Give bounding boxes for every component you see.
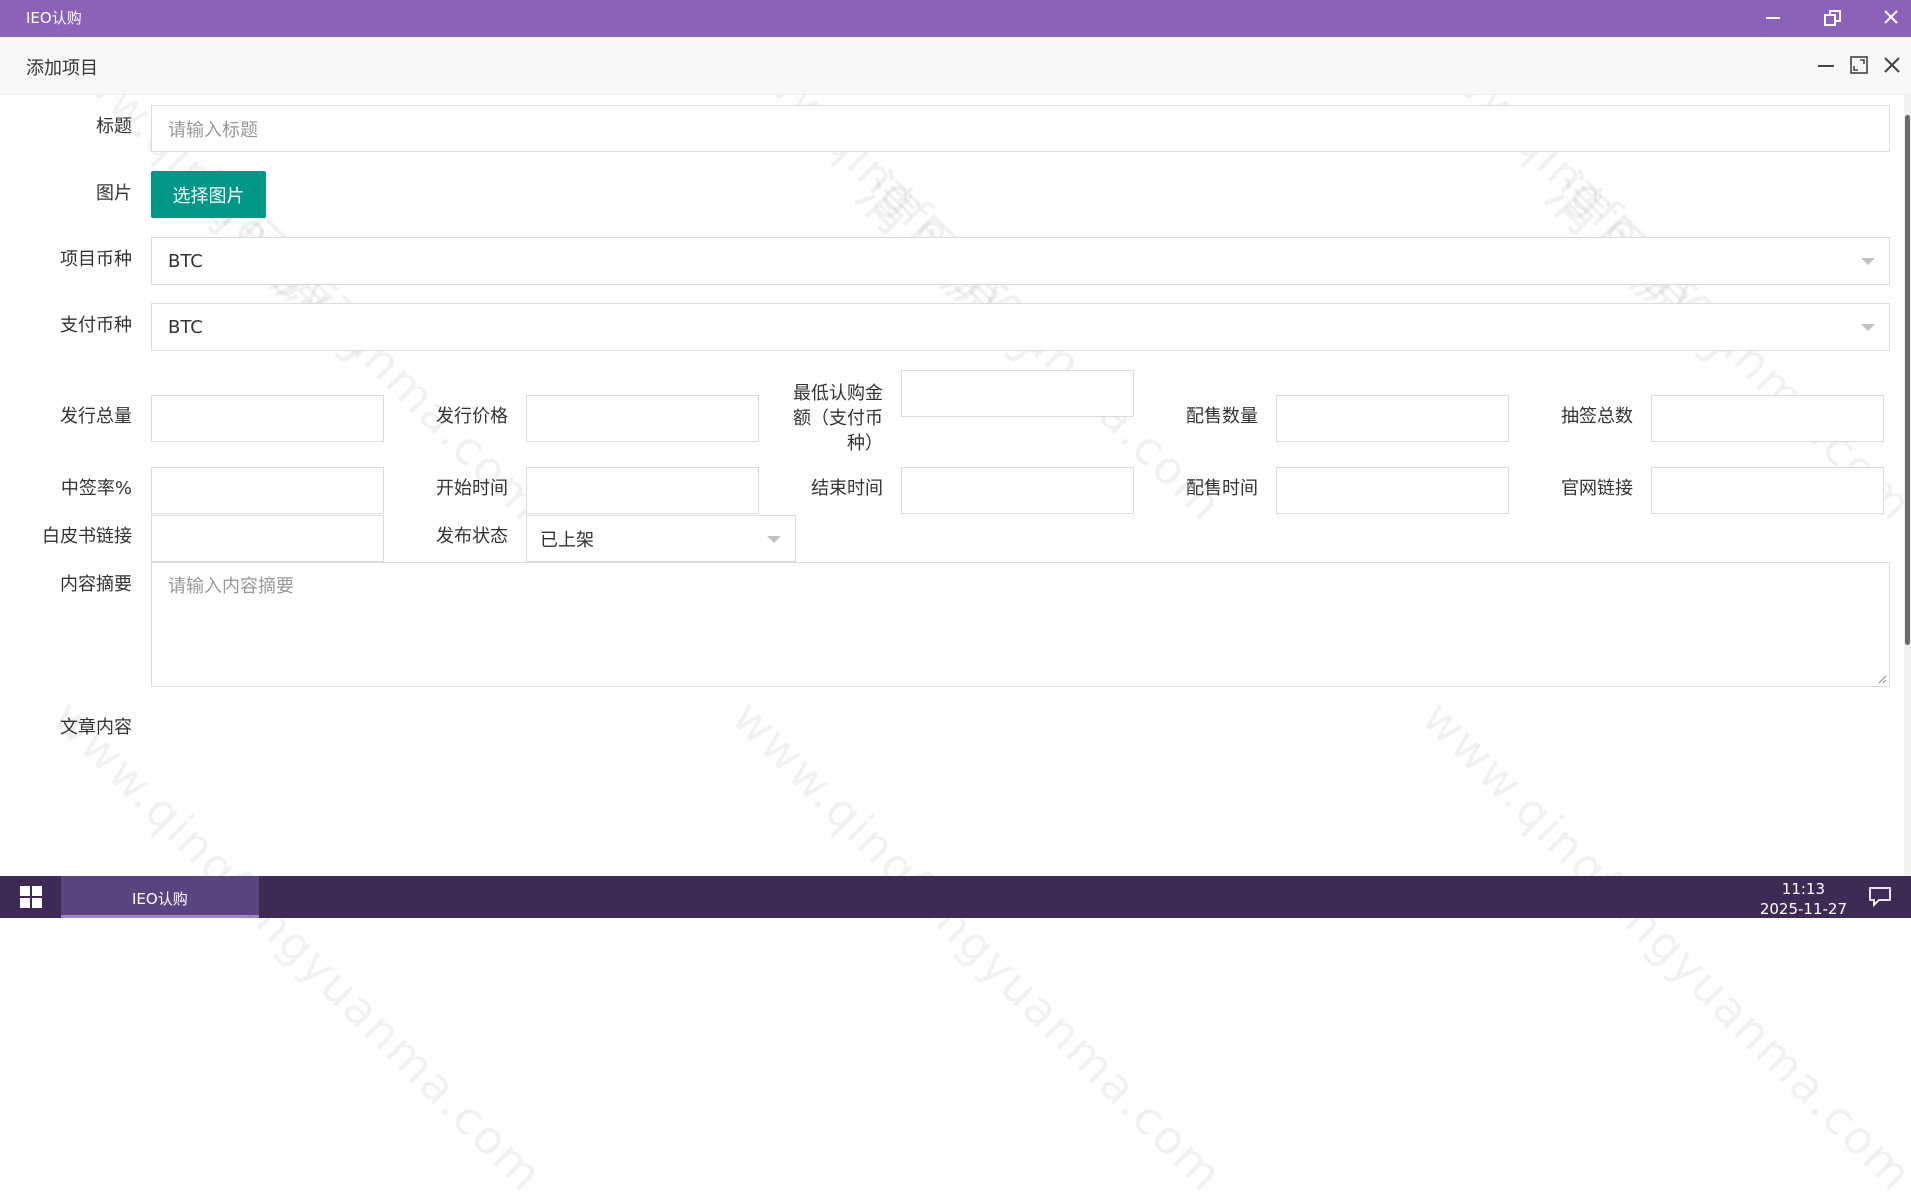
- article-content-label: 文章内容: [60, 717, 132, 738]
- scrollbar-thumb[interactable]: [1905, 115, 1910, 645]
- close-button[interactable]: [1874, 2, 1908, 34]
- modal-title: 添加项目: [26, 58, 98, 79]
- title-placeholder: 请输入标题: [168, 119, 258, 141]
- resize-grip-icon[interactable]: [1877, 674, 1887, 684]
- publish-status-value: 已上架: [540, 529, 594, 551]
- modal-maximize-button[interactable]: [1846, 53, 1872, 79]
- whitepaper-link-label: 白皮书链接: [42, 526, 132, 547]
- pay-currency-select[interactable]: BTC: [151, 303, 1890, 351]
- min-purchase-label: 最低认购金 额（支付币 种）: [753, 381, 883, 456]
- app-titlebar: IEO认购: [0, 0, 1911, 37]
- start-time-label: 开始时间: [436, 478, 508, 499]
- chevron-down-icon: [1861, 324, 1875, 331]
- watermark-text: www.qingfengyuanma.com: [41, 690, 554, 1202]
- allotment-time-label: 配售时间: [1186, 478, 1258, 499]
- minimize-icon: [1818, 65, 1834, 67]
- maximize-icon: [1850, 56, 1868, 74]
- start-time-input[interactable]: [526, 467, 759, 514]
- modal-minimize-button[interactable]: [1813, 53, 1839, 79]
- lottery-total-input[interactable]: [1651, 395, 1884, 442]
- project-currency-select[interactable]: BTC: [151, 237, 1890, 285]
- close-icon: [1884, 10, 1898, 24]
- summary-label: 内容摘要: [60, 574, 132, 595]
- project-currency-label: 项目币种: [60, 249, 132, 270]
- issue-total-input[interactable]: [151, 395, 384, 442]
- close-icon: [1884, 57, 1900, 73]
- allotment-qty-label: 配售数量: [1186, 406, 1258, 427]
- clock-time: 11:13: [1781, 880, 1826, 898]
- summary-textarea[interactable]: 请输入内容摘要: [151, 562, 1890, 687]
- app-title: IEO认购: [26, 9, 82, 27]
- allotment-qty-input[interactable]: [1276, 395, 1509, 442]
- whitepaper-link-input[interactable]: [151, 515, 384, 562]
- choose-image-button[interactable]: 选择图片: [151, 171, 266, 218]
- taskbar-app-item[interactable]: IEO认购: [61, 876, 259, 918]
- message-bubble-icon: [1869, 887, 1891, 908]
- end-time-label: 结束时间: [811, 478, 883, 499]
- watermark-text: www.qingfengyuanma.com: [721, 690, 1234, 1202]
- lottery-total-label: 抽签总数: [1561, 406, 1633, 427]
- taskbar-app-label: IEO认购: [132, 890, 188, 908]
- restore-button[interactable]: [1816, 2, 1850, 34]
- system-clock[interactable]: 11:13 2025-11-27: [1760, 879, 1847, 919]
- notification-button[interactable]: [1867, 884, 1893, 912]
- windows-logo-icon: [20, 886, 42, 908]
- win-rate-label: 中签率%: [60, 478, 132, 499]
- website-link-label: 官网链接: [1561, 478, 1633, 499]
- issue-price-input[interactable]: [526, 395, 759, 442]
- min-purchase-input[interactable]: [901, 370, 1134, 417]
- image-label: 图片: [96, 183, 132, 204]
- minimize-icon: [1766, 17, 1780, 19]
- minimize-button[interactable]: [1756, 2, 1790, 34]
- project-currency-value: BTC: [168, 250, 203, 272]
- website-link-input[interactable]: [1651, 467, 1884, 514]
- chevron-down-icon: [767, 535, 781, 543]
- clock-date: 2025-11-27: [1759, 900, 1847, 918]
- win-rate-input[interactable]: [151, 467, 384, 514]
- end-time-input[interactable]: [901, 467, 1134, 514]
- chevron-down-icon: [1861, 258, 1875, 265]
- watermark-text: www.qingfengyuanma.com: [1411, 690, 1911, 1202]
- min-purchase-label-line1: 最低认购金: [793, 383, 883, 404]
- issue-price-label: 发行价格: [436, 406, 508, 427]
- pay-currency-label: 支付币种: [60, 315, 132, 336]
- title-input[interactable]: 请输入标题: [151, 105, 1890, 152]
- min-purchase-label-line3: 种）: [847, 433, 883, 454]
- publish-status-select[interactable]: 已上架: [526, 515, 796, 562]
- start-button[interactable]: [0, 876, 60, 918]
- min-purchase-label-line2: 额（支付币: [793, 408, 883, 429]
- summary-placeholder: 请输入内容摘要: [168, 576, 294, 597]
- publish-status-label: 发布状态: [436, 526, 508, 547]
- title-label: 标题: [96, 116, 132, 137]
- issue-total-label: 发行总量: [60, 406, 132, 427]
- allotment-time-input[interactable]: [1276, 467, 1509, 514]
- modal-header: 添加项目: [0, 37, 1911, 95]
- restore-icon: [1824, 10, 1841, 26]
- pay-currency-value: BTC: [168, 316, 203, 338]
- modal-close-button[interactable]: [1879, 53, 1905, 79]
- taskbar: IEO认购 11:13 2025-11-27: [0, 876, 1911, 918]
